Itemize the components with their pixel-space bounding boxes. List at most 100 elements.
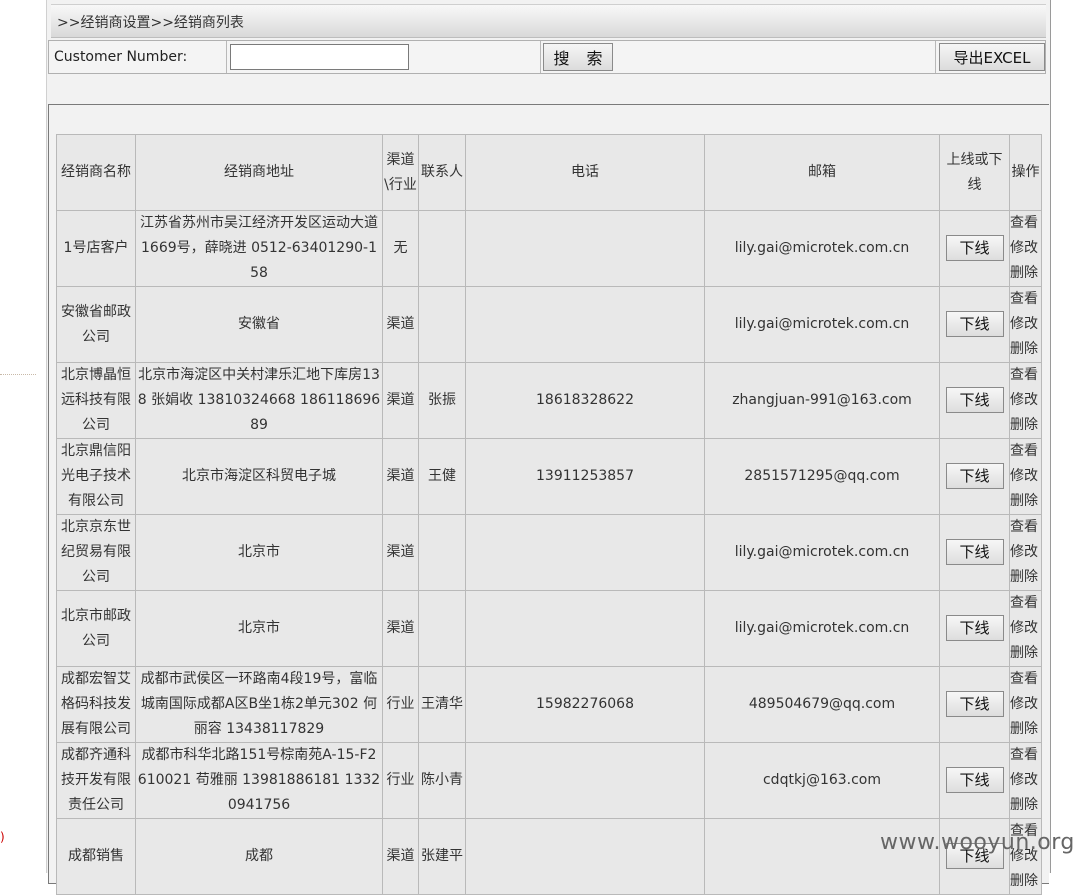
view-link[interactable]: 查看 — [1011, 288, 1041, 313]
header-dealer-name: 经销商名称 — [56, 134, 136, 211]
delete-link[interactable]: 删除 — [1011, 261, 1041, 286]
table-row: 成都宏智艾格码科技发展有限公司 成都市武侯区一环路南4段19号，富临城南国际成都… — [56, 666, 1042, 743]
offline-button[interactable]: 下线 — [945, 615, 1004, 641]
dealer-contact: 王清华 — [418, 666, 466, 743]
view-link[interactable]: 查看 — [1011, 592, 1041, 617]
header-dealer-address: 经销商地址 — [135, 134, 383, 211]
dealer-name: 北京京东世纪贸易有限公司 — [56, 514, 136, 591]
dealer-contact: 王健 — [418, 438, 466, 515]
dealer-phone — [465, 742, 705, 819]
table-row: 北京市邮政公司 北京市 渠道 lily.gai@microtek.com.cn … — [56, 590, 1042, 667]
table-row: 1号店客户 江苏省苏州市吴江经济开发区运动大道1669号，薛晓进 0512-63… — [56, 210, 1042, 287]
dealer-address: 北京市 — [135, 590, 383, 667]
dealer-channel: 渠道 — [382, 438, 419, 515]
header-phone: 电话 — [465, 134, 705, 211]
operations-cell: 查看 修改 删除 — [1009, 210, 1042, 287]
table-row: 北京博晶恒远科技有限公司 北京市海淀区中关村津乐汇地下库房138 张娟收 138… — [56, 362, 1042, 439]
dealer-email: lily.gai@microtek.com.cn — [704, 210, 940, 287]
edit-link[interactable]: 修改 — [1011, 312, 1041, 337]
edit-link[interactable]: 修改 — [1011, 616, 1041, 641]
customer-number-label: Customer Number: — [54, 49, 188, 65]
operations-cell: 查看 修改 删除 — [1009, 286, 1042, 363]
view-link[interactable]: 查看 — [1011, 212, 1041, 237]
view-link[interactable]: 查看 — [1011, 364, 1041, 389]
offline-button[interactable]: 下线 — [945, 235, 1004, 261]
dealer-channel: 行业 — [382, 742, 419, 819]
dealer-name: 北京市邮政公司 — [56, 590, 136, 667]
offline-button[interactable]: 下线 — [945, 311, 1004, 337]
status-cell: 下线 — [939, 742, 1010, 819]
table-row: 安徽省邮政公司 安徽省 渠道 lily.gai@microtek.com.cn … — [56, 286, 1042, 363]
delete-link[interactable]: 删除 — [1011, 717, 1041, 742]
operations-cell: 查看 修改 删除 — [1009, 438, 1042, 515]
left-margin: ) — [0, 0, 46, 873]
operations-cell: 查看 修改 删除 — [1009, 362, 1042, 439]
offline-button[interactable]: 下线 — [945, 387, 1004, 413]
dealer-address: 成都市武侯区一环路南4段19号，富临城南国际成都A区B坐1栋2单元302 何丽容… — [135, 666, 383, 743]
watermark: www.wooyun.org — [880, 830, 1075, 855]
offline-button[interactable]: 下线 — [945, 463, 1004, 489]
delete-link[interactable]: 删除 — [1011, 413, 1041, 438]
dealer-contact — [418, 514, 466, 591]
operations-cell: 查看 修改 删除 — [1009, 742, 1042, 819]
dealer-phone: 15982276068 — [465, 666, 705, 743]
dealer-email: lily.gai@microtek.com.cn — [704, 590, 940, 667]
dealer-email: lily.gai@microtek.com.cn — [704, 514, 940, 591]
header-operations: 操作 — [1009, 134, 1042, 211]
dealer-email: 489504679@qq.com — [704, 666, 940, 743]
dealer-contact: 陈小青 — [418, 742, 466, 819]
dealer-contact — [418, 590, 466, 667]
dealer-email: 2851571295@qq.com — [704, 438, 940, 515]
delete-link[interactable]: 删除 — [1011, 641, 1041, 666]
offline-button[interactable]: 下线 — [945, 691, 1004, 717]
view-link[interactable]: 查看 — [1011, 440, 1041, 465]
dealer-address: 北京市海淀区科贸电子城 — [135, 438, 383, 515]
edit-link[interactable]: 修改 — [1011, 236, 1041, 261]
offline-button[interactable]: 下线 — [945, 767, 1004, 793]
dealer-address: 安徽省 — [135, 286, 383, 363]
left-dotted-divider — [0, 374, 36, 375]
dealer-channel: 渠道 — [382, 818, 419, 895]
edit-link[interactable]: 修改 — [1011, 768, 1041, 793]
edit-link[interactable]: 修改 — [1011, 692, 1041, 717]
search-divider — [540, 41, 541, 73]
customer-number-input[interactable] — [230, 44, 409, 70]
dealer-name: 成都销售 — [56, 818, 136, 895]
offline-button[interactable]: 下线 — [945, 539, 1004, 565]
delete-link[interactable]: 删除 — [1011, 337, 1041, 362]
search-divider — [226, 41, 227, 73]
table-header-row: 经销商名称 经销商地址 渠道\行业 联系人 电话 邮箱 上线或下线 操作 — [56, 134, 1042, 211]
search-button[interactable]: 搜 索 — [543, 43, 613, 71]
delete-link[interactable]: 删除 — [1011, 793, 1041, 818]
status-cell: 下线 — [939, 438, 1010, 515]
view-link[interactable]: 查看 — [1011, 516, 1041, 541]
status-cell: 下线 — [939, 666, 1010, 743]
dealer-channel: 渠道 — [382, 590, 419, 667]
dealer-contact: 张振 — [418, 362, 466, 439]
dealer-phone — [465, 514, 705, 591]
operations-cell: 查看 修改 删除 — [1009, 666, 1042, 743]
edit-link[interactable]: 修改 — [1011, 388, 1041, 413]
view-link[interactable]: 查看 — [1011, 744, 1041, 769]
delete-link[interactable]: 删除 — [1011, 565, 1041, 590]
delete-link[interactable]: 删除 — [1011, 489, 1041, 514]
header-online-status: 上线或下线 — [939, 134, 1010, 211]
dealer-address: 江苏省苏州市吴江经济开发区运动大道1669号，薛晓进 0512-63401290… — [135, 210, 383, 287]
view-link[interactable]: 查看 — [1011, 668, 1041, 693]
export-divider — [935, 41, 936, 73]
dealer-contact — [418, 210, 466, 287]
status-cell: 下线 — [939, 286, 1010, 363]
dealer-name: 成都宏智艾格码科技发展有限公司 — [56, 666, 136, 743]
dealer-channel: 渠道 — [382, 286, 419, 363]
edit-link[interactable]: 修改 — [1011, 464, 1041, 489]
edit-link[interactable]: 修改 — [1011, 540, 1041, 565]
dealer-email: lily.gai@microtek.com.cn — [704, 286, 940, 363]
dealer-phone — [465, 818, 705, 895]
content-frame: >>经销商设置>>经销商列表 Customer Number: 搜 索 导出EX… — [46, 0, 1051, 895]
dealer-address: 北京市 — [135, 514, 383, 591]
dealer-channel: 渠道 — [382, 514, 419, 591]
export-excel-button[interactable]: 导出EXCEL — [939, 43, 1045, 71]
dealer-list-panel: 经销商名称 经销商地址 渠道\行业 联系人 电话 邮箱 上线或下线 操作 1号店… — [48, 104, 1049, 895]
table-row: 北京鼎信阳光电子技术有限公司 北京市海淀区科贸电子城 渠道 王健 1391125… — [56, 438, 1042, 515]
dealer-address: 成都市科华北路151号棕南苑A-15-F2 610021 苟雅丽 1398188… — [135, 742, 383, 819]
